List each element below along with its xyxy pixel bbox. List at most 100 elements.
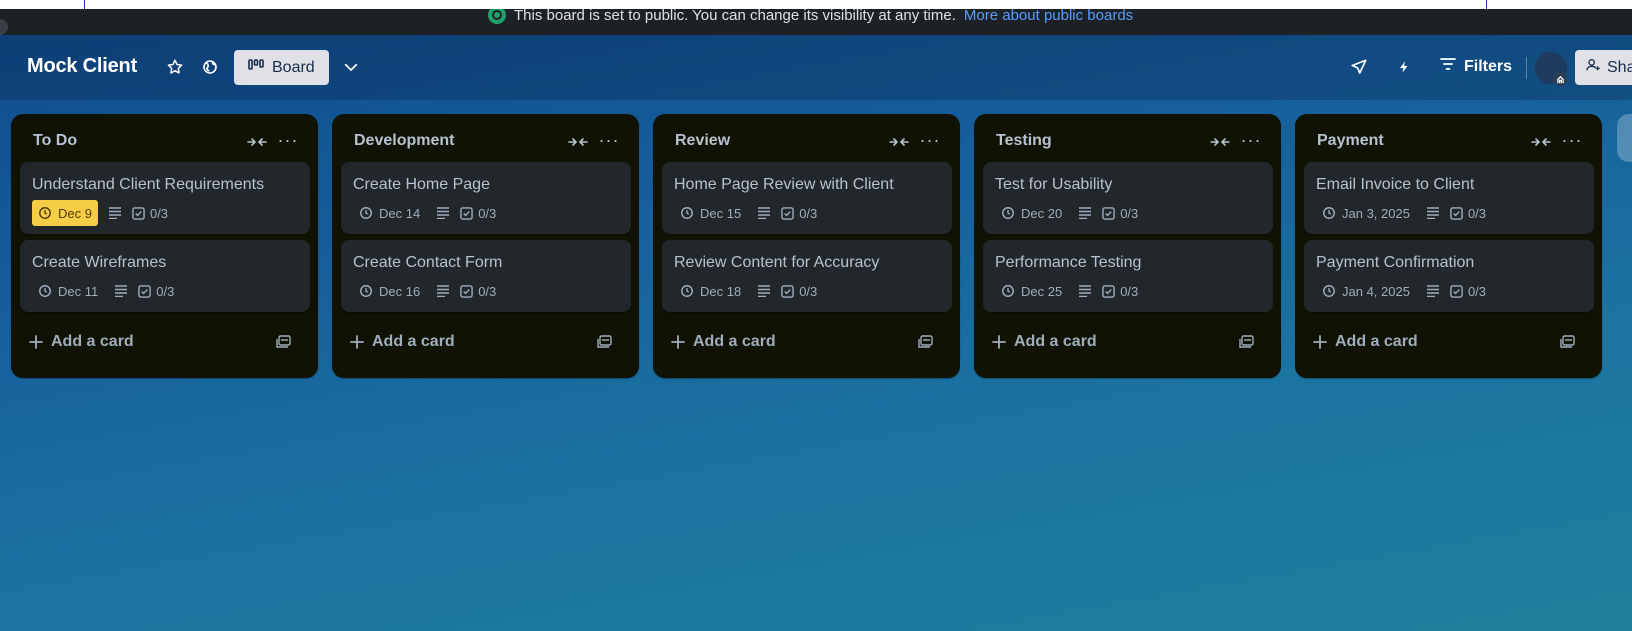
board-lists: To Do ··· Understand Client Requirements… — [11, 114, 1602, 378]
due-date-badge[interactable]: Dec 25 — [995, 278, 1068, 304]
checklist-badge: 0/3 — [781, 284, 817, 299]
collapse-arrows-icon[interactable] — [245, 132, 269, 152]
checklist-count: 0/3 — [1120, 283, 1139, 299]
more-horizontal-icon[interactable]: ··· — [916, 130, 944, 150]
board-view-label: Board — [272, 58, 315, 76]
due-date-badge[interactable]: Dec 14 — [353, 200, 426, 226]
share-label: Share — [1607, 58, 1632, 76]
filter-icon — [1440, 57, 1456, 76]
globe-icon[interactable] — [200, 57, 220, 77]
add-card-button[interactable]: Add a card — [982, 326, 1232, 358]
card-badges: Dec 16 0/3 — [353, 278, 496, 304]
clock-icon — [1001, 206, 1015, 220]
checklist-badge: 0/3 — [1102, 206, 1138, 221]
due-date: Dec 15 — [700, 205, 742, 221]
board-view-button[interactable]: Board — [234, 50, 329, 85]
board-header: Mock Client Board Filters Share — [0, 35, 1632, 100]
card-badges: Dec 14 0/3 — [353, 200, 496, 226]
clock-icon — [680, 206, 694, 220]
due-date-badge[interactable]: Jan 4, 2025 — [1316, 278, 1416, 304]
list-title[interactable]: Development — [354, 132, 454, 150]
card[interactable]: Review Content for Accuracy Dec 18 0/3 — [662, 240, 952, 312]
checklist-count: 0/3 — [1120, 205, 1139, 221]
lightning-icon[interactable] — [1394, 57, 1414, 77]
card[interactable]: Test for Usability Dec 20 0/3 — [983, 162, 1273, 234]
list-title[interactable]: To Do — [33, 132, 77, 150]
card-template-icon[interactable] — [914, 330, 938, 354]
star-icon[interactable] — [165, 57, 185, 77]
more-horizontal-icon[interactable]: ··· — [595, 130, 623, 150]
description-lines-icon — [1426, 207, 1440, 219]
due-date: Dec 16 — [379, 283, 421, 299]
add-list-button[interactable] — [1617, 114, 1632, 162]
header-divider — [1526, 57, 1527, 79]
due-date-badge[interactable]: Dec 20 — [995, 200, 1068, 226]
card[interactable]: Email Invoice to Client Jan 3, 2025 0/3 — [1304, 162, 1594, 234]
add-card-button[interactable]: Add a card — [661, 326, 911, 358]
add-card-button[interactable]: Add a card — [340, 326, 590, 358]
card-title: Create Home Page — [353, 176, 490, 193]
list-to-do: To Do ··· Understand Client Requirements… — [11, 114, 318, 378]
more-horizontal-icon[interactable]: ··· — [1558, 130, 1586, 150]
add-card-button[interactable]: Add a card — [19, 326, 269, 358]
due-date-badge[interactable]: Dec 16 — [353, 278, 426, 304]
plus-icon — [350, 335, 364, 349]
list-title[interactable]: Testing — [996, 132, 1052, 150]
description-lines-icon — [1078, 285, 1092, 297]
card-title: Home Page Review with Client — [674, 176, 894, 193]
description-lines-icon — [436, 207, 450, 219]
card[interactable]: Create Wireframes Dec 11 0/3 — [20, 240, 310, 312]
rocket-icon[interactable] — [1349, 57, 1369, 77]
checklist-badge: 0/3 — [138, 284, 174, 299]
strip-divider — [1486, 0, 1487, 9]
due-date: Jan 3, 2025 — [1342, 205, 1410, 221]
close-banner-icon[interactable] — [0, 19, 8, 35]
collapse-arrows-icon[interactable] — [887, 132, 911, 152]
add-card-button[interactable]: Add a card — [1303, 326, 1553, 358]
checklist-count: 0/3 — [799, 283, 818, 299]
card-template-icon[interactable] — [593, 330, 617, 354]
due-date-badge[interactable]: Dec 11 — [32, 278, 104, 304]
due-date-badge[interactable]: Dec 15 — [674, 200, 747, 226]
share-button[interactable]: Share — [1575, 50, 1632, 85]
card-title: Review Content for Accuracy — [674, 254, 880, 271]
list-title[interactable]: Payment — [1317, 132, 1384, 150]
card[interactable]: Create Contact Form Dec 16 0/3 — [341, 240, 631, 312]
collapse-arrows-icon[interactable] — [1208, 132, 1232, 152]
list-title[interactable]: Review — [675, 132, 730, 150]
checklist-count: 0/3 — [156, 283, 175, 299]
card[interactable]: Payment Confirmation Jan 4, 2025 0/3 — [1304, 240, 1594, 312]
due-date-badge[interactable]: Dec 18 — [674, 278, 747, 304]
list-payment: Payment ··· Email Invoice to Client Jan … — [1295, 114, 1602, 378]
card[interactable]: Home Page Review with Client Dec 15 0/3 — [662, 162, 952, 234]
collapse-arrows-icon[interactable] — [1529, 132, 1553, 152]
card-title: Create Contact Form — [353, 254, 503, 271]
more-horizontal-icon[interactable]: ··· — [1237, 130, 1265, 150]
filters-button[interactable]: Filters — [1440, 57, 1512, 76]
banner-text: This board is set to public. You can cha… — [514, 9, 956, 24]
checkbox-icon — [138, 284, 152, 298]
card-template-icon[interactable] — [1235, 330, 1259, 354]
board-title[interactable]: Mock Client — [27, 55, 137, 78]
checklist-count: 0/3 — [478, 205, 497, 221]
chevron-down-icon[interactable] — [341, 57, 361, 77]
card[interactable]: Performance Testing Dec 25 0/3 — [983, 240, 1273, 312]
description-lines-icon — [108, 207, 122, 219]
banner-link[interactable]: More about public boards — [964, 9, 1133, 24]
due-date-badge[interactable]: Jan 3, 2025 — [1316, 200, 1416, 226]
card-template-icon[interactable] — [272, 330, 296, 354]
due-date: Dec 18 — [700, 283, 742, 299]
card-badges: Dec 25 0/3 — [995, 278, 1138, 304]
board-view-icon — [248, 58, 264, 77]
card-template-icon[interactable] — [1556, 330, 1580, 354]
due-date-badge[interactable]: Dec 9 — [32, 200, 98, 226]
collapse-arrows-icon[interactable] — [566, 132, 590, 152]
description-lines-icon — [757, 285, 771, 297]
more-horizontal-icon[interactable]: ··· — [274, 130, 302, 150]
description-lines-icon — [757, 207, 771, 219]
description-lines-icon — [1078, 207, 1092, 219]
card[interactable]: Create Home Page Dec 14 0/3 — [341, 162, 631, 234]
card-title: Test for Usability — [995, 176, 1113, 193]
card[interactable]: Understand Client Requirements Dec 9 0/3 — [20, 162, 310, 234]
checklist-badge: 0/3 — [781, 206, 817, 221]
